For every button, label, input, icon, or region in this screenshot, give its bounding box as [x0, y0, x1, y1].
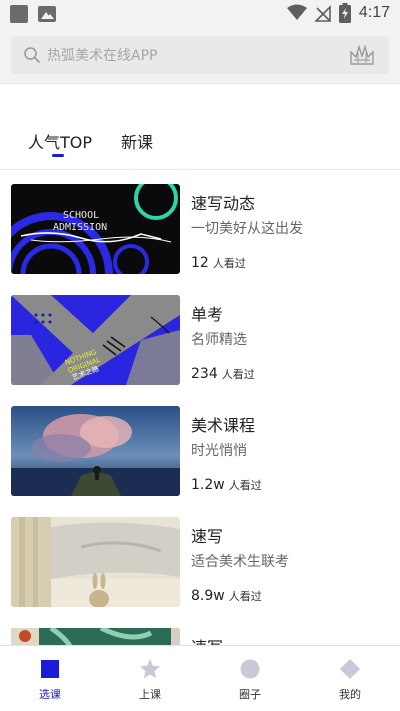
views-count: 12: [191, 255, 209, 271]
battery-charging-icon: [338, 3, 351, 23]
views-suffix: 人看过: [221, 368, 255, 381]
thumb-text-school: SCHOOL: [63, 210, 99, 221]
tab-new-courses[interactable]: 新课: [121, 129, 153, 153]
course-card[interactable]: SCHOOL ADMISSION 速写动态 一切美好从这出发 12 人看过: [11, 184, 391, 274]
course-thumbnail: SCHOOL ADMISSION: [11, 184, 180, 274]
notification-square-icon: [10, 5, 28, 23]
course-thumbnail: NOTHING ORIGINAL 艺术之路: [11, 295, 180, 385]
course-subtitle: 时光悄悄: [191, 443, 247, 459]
nav-label: 选课: [39, 688, 61, 701]
course-card[interactable]: 速写 适合美术生联考 8.9w 人看过: [11, 517, 391, 607]
views-count: 234: [191, 366, 218, 382]
status-time: 4:17: [358, 4, 390, 21]
nav-item-circle[interactable]: 圈子: [200, 646, 300, 711]
views-suffix: 人看过: [212, 257, 246, 270]
crown-logo-icon[interactable]: [349, 44, 375, 66]
bottom-navigation: 选课 上课 圈子 我的: [0, 645, 400, 711]
course-card[interactable]: 美术课程 时光悄悄 1.2w 人看过: [11, 406, 391, 496]
course-title: 单考: [191, 305, 224, 324]
tab-active-indicator: [52, 154, 64, 157]
square-icon: [41, 660, 59, 678]
search-header: 热弧美术在线APP: [0, 28, 400, 84]
diamond-icon: [340, 659, 360, 679]
no-signal-icon: [314, 5, 331, 22]
course-views: 12 人看过: [191, 255, 246, 271]
search-input[interactable]: 热弧美术在线APP: [11, 36, 389, 74]
nav-item-mine[interactable]: 我的: [300, 646, 400, 711]
search-placeholder: 热弧美术在线APP: [47, 48, 158, 64]
course-title: 速写动态: [191, 194, 256, 213]
course-views: 1.2w 人看过: [191, 477, 262, 493]
course-title: 速写: [191, 527, 224, 546]
wifi-icon: [286, 4, 307, 20]
course-tabs: 人气TOP 新课: [0, 118, 400, 170]
status-bar: 4:17: [0, 0, 400, 28]
course-thumbnail: [11, 406, 180, 496]
course-card[interactable]: NOTHING ORIGINAL 艺术之路 单考 名师精选 234 人看过: [11, 295, 391, 385]
nav-item-attend-class[interactable]: 上课: [100, 646, 200, 711]
image-notification-icon: [38, 6, 56, 22]
tab-popular-top[interactable]: 人气TOP: [28, 129, 92, 153]
nav-item-select-course[interactable]: 选课: [0, 646, 100, 711]
star-icon: [140, 659, 160, 679]
course-subtitle: 名师精选: [191, 332, 247, 348]
circle-icon: [240, 659, 260, 679]
course-subtitle: 一切美好从这出发: [191, 221, 303, 237]
views-count: 8.9w: [191, 588, 225, 604]
course-thumbnail: [11, 517, 180, 607]
views-suffix: 人看过: [228, 479, 262, 492]
course-subtitle: 适合美术生联考: [191, 554, 289, 570]
thumb-text-admission: ADMISSION: [53, 222, 107, 233]
nav-label: 上课: [139, 688, 161, 701]
nav-label: 我的: [339, 688, 361, 701]
course-title: 美术课程: [191, 416, 256, 435]
nav-label: 圈子: [239, 688, 261, 701]
course-views: 234 人看过: [191, 366, 255, 382]
views-suffix: 人看过: [228, 590, 262, 603]
course-views: 8.9w 人看过: [191, 588, 262, 604]
views-count: 1.2w: [191, 477, 225, 493]
search-icon: [24, 47, 40, 63]
